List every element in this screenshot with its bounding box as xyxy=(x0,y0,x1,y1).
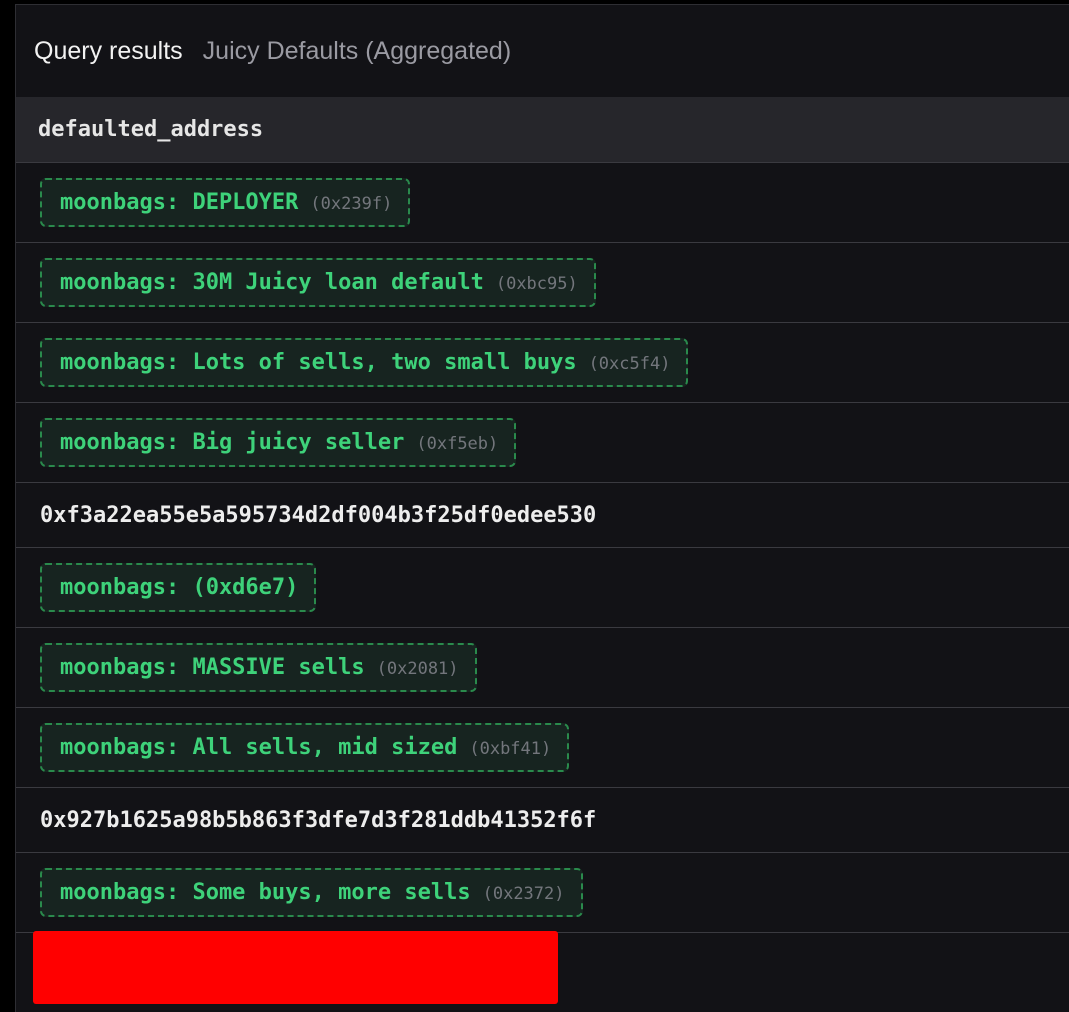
address-label-tag[interactable]: moonbags: DEPLOYER (0x239f) xyxy=(40,178,411,227)
tag-label: moonbags: MASSIVE sells xyxy=(60,655,365,680)
tag-short-address: (0xbc95) xyxy=(495,274,578,294)
query-results-panel: Query results Juicy Defaults (Aggregated… xyxy=(15,4,1069,1012)
address-label-tag[interactable]: moonbags: MASSIVE sells (0x2081) xyxy=(40,643,477,692)
table-row: moonbags: Big juicy seller (0xf5eb) xyxy=(16,403,1069,483)
table-row: moonbags: Lots of sells, two small buys … xyxy=(16,323,1069,403)
tag-label: moonbags: Some buys, more sells xyxy=(60,880,471,905)
address-label-tag[interactable]: moonbags: All sells, mid sized (0xbf41) xyxy=(40,723,570,772)
address-label-tag[interactable]: moonbags: Some buys, more sells (0x2372) xyxy=(40,868,583,917)
panel-header: Query results Juicy Defaults (Aggregated… xyxy=(16,5,1069,97)
tag-label: moonbags: All sells, mid sized xyxy=(60,735,458,760)
column-header-label: defaulted_address xyxy=(38,117,264,142)
tag-label: moonbags: (0xd6e7) xyxy=(60,575,299,600)
address-label-tag[interactable]: moonbags: 30M Juicy loan default (0xbc95… xyxy=(40,258,596,307)
tag-short-address: (0x2081) xyxy=(376,659,459,679)
table-row: moonbags: MASSIVE sells (0x2081) xyxy=(16,628,1069,708)
query-name[interactable]: Juicy Defaults (Aggregated) xyxy=(203,37,511,66)
tag-label: moonbags: Big juicy seller xyxy=(60,430,405,455)
table-row: moonbags: All sells, mid sized (0xbf41) xyxy=(16,708,1069,788)
address-label-tag[interactable]: moonbags: Lots of sells, two small buys … xyxy=(40,338,689,387)
address-label-tag[interactable]: moonbags: Big juicy seller (0xf5eb) xyxy=(40,418,517,467)
column-header-defaulted-address[interactable]: defaulted_address xyxy=(16,97,1069,163)
raw-address-value[interactable]: 0x927b1625a98b5b863f3dfe7d3f281ddb41352f… xyxy=(40,808,596,833)
table-row: moonbags: 30M Juicy loan default (0xbc95… xyxy=(16,243,1069,323)
tag-short-address: (0xc5f4) xyxy=(588,354,671,374)
tag-label: moonbags: 30M Juicy loan default xyxy=(60,270,484,295)
raw-address-value[interactable]: 0xf3a22ea55e5a595734d2df004b3f25df0edee5… xyxy=(40,503,596,528)
panel-title: Query results xyxy=(34,36,183,65)
tag-short-address: (0xf5eb) xyxy=(416,434,499,454)
tag-short-address: (0xbf41) xyxy=(469,739,552,759)
redaction-box xyxy=(33,931,558,1004)
address-label-tag[interactable]: moonbags: (0xd6e7) xyxy=(40,563,317,612)
tag-short-address: (0x2372) xyxy=(482,884,565,904)
table-row: moonbags: Some buys, more sells (0x2372) xyxy=(16,853,1069,933)
table-row: moonbags: (0xd6e7) xyxy=(16,548,1069,628)
tag-label: moonbags: DEPLOYER xyxy=(60,190,299,215)
tag-short-address: (0x239f) xyxy=(310,194,393,214)
tag-label: moonbags: Lots of sells, two small buys xyxy=(60,350,577,375)
table-row: 0x927b1625a98b5b863f3dfe7d3f281ddb41352f… xyxy=(16,788,1069,853)
table-row: 0xf3a22ea55e5a595734d2df004b3f25df0edee5… xyxy=(16,483,1069,548)
table-row: moonbags: DEPLOYER (0x239f) xyxy=(16,163,1069,243)
